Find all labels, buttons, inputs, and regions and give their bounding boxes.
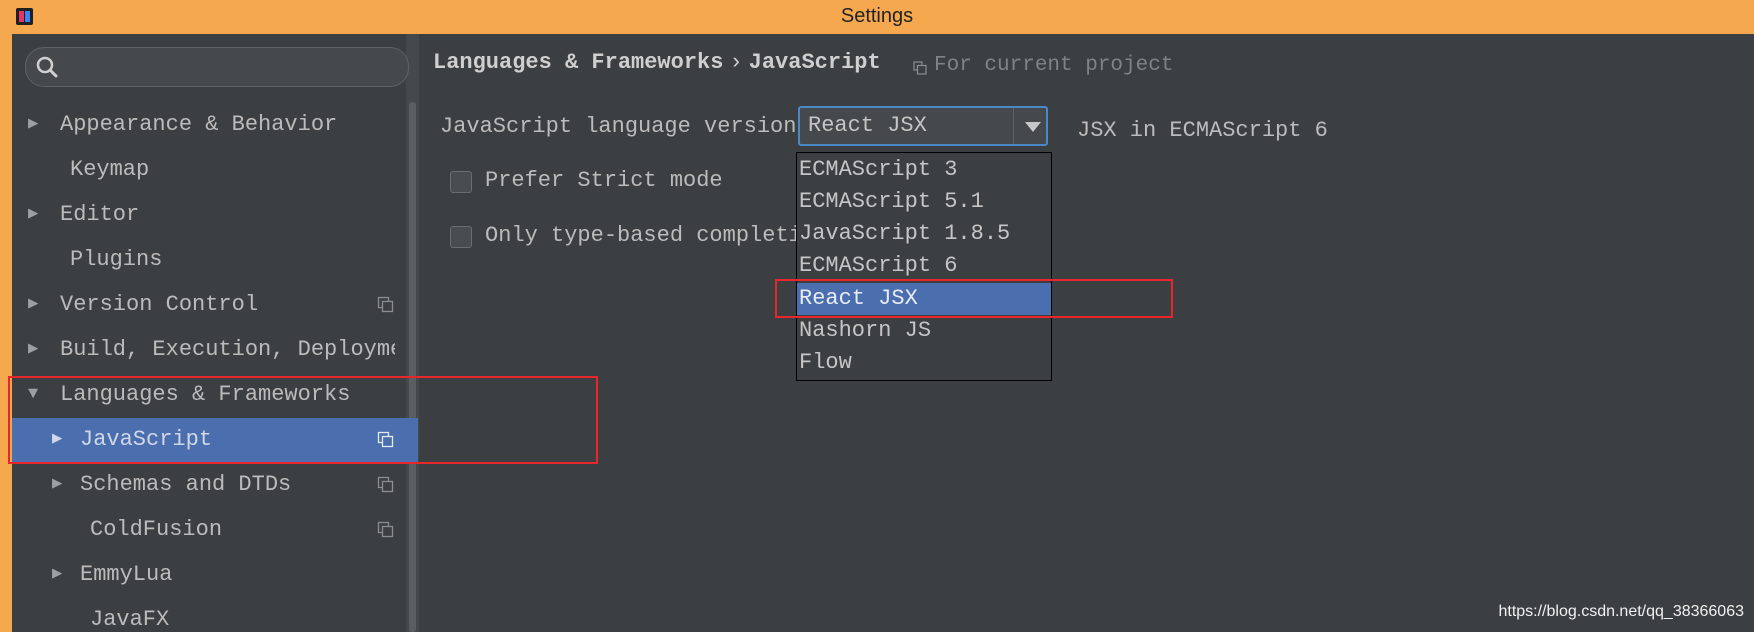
sidebar-item-label: Appearance & Behavior (60, 112, 338, 137)
dropdown-option-react-jsx[interactable]: React JSX (797, 283, 1051, 315)
scope-label: For current project (934, 54, 1174, 77)
project-level-icon (377, 296, 394, 313)
collapse-arrow-icon[interactable]: ▼ (28, 373, 38, 417)
expand-arrow-icon[interactable]: ▶ (52, 463, 62, 507)
sidebar-item-coldfusion[interactable]: ColdFusion (12, 508, 418, 552)
prefer-strict-mode-label[interactable]: Prefer Strict mode (485, 168, 723, 193)
search-icon (36, 56, 58, 78)
expand-arrow-icon[interactable]: ▶ (28, 103, 38, 147)
breadcrumb: Languages & Frameworks › JavaScript (433, 50, 881, 75)
project-level-icon (377, 476, 394, 493)
sidebar-item-javafx[interactable]: JavaFX (12, 598, 418, 632)
dropdown-option-nashorn-js[interactable]: Nashorn JS (797, 315, 1051, 347)
sidebar-item-label: Editor (60, 202, 140, 227)
prefer-strict-mode-checkbox[interactable] (450, 171, 472, 193)
sidebar-item-label: JavaScript (80, 427, 213, 452)
breadcrumb-current: JavaScript (748, 50, 881, 75)
window-title: Settings (840, 5, 914, 27)
search-input[interactable] (68, 52, 397, 82)
project-level-icon (377, 431, 394, 448)
language-version-select[interactable]: React JSX (798, 106, 1048, 146)
sidebar-item-label: Schemas and DTDs (80, 472, 292, 497)
project-level-icon (377, 521, 394, 538)
sidebar-item-plugins[interactable]: Plugins (12, 238, 418, 282)
sidebar-item-javascript[interactable]: ▶ JavaScript (12, 418, 418, 462)
expand-arrow-icon[interactable]: ▶ (28, 193, 38, 237)
project-level-icon (913, 61, 927, 75)
dropdown-option-ecmascript-3[interactable]: ECMAScript 3 (797, 154, 1051, 186)
breadcrumb-parent[interactable]: Languages & Frameworks (433, 50, 723, 75)
expand-arrow-icon[interactable]: ▶ (52, 553, 62, 597)
sidebar-item-label: JavaFX (90, 607, 170, 632)
sidebar-item-label: ColdFusion (90, 517, 223, 542)
settings-search[interactable] (25, 47, 409, 87)
type-based-completion-checkbox[interactable] (450, 226, 472, 248)
sidebar-item-languages-frameworks[interactable]: ▼ Languages & Frameworks (12, 373, 418, 417)
sidebar-item-label: Build, Execution, Deployment (60, 337, 395, 362)
settings-window: Settings ▶ Appearance & Behavior Keymap … (0, 0, 1754, 632)
select-divider (1013, 108, 1014, 144)
chevron-down-icon[interactable] (1025, 122, 1041, 132)
breadcrumb-separator: › (729, 50, 743, 75)
sidebar-item-label: Keymap (70, 157, 150, 182)
sidebar-item-label: Plugins (70, 247, 163, 272)
expand-arrow-icon[interactable]: ▶ (28, 283, 38, 327)
sidebar-item-editor[interactable]: ▶ Editor (12, 193, 418, 237)
sidebar-item-appearance-behavior[interactable]: ▶ Appearance & Behavior (12, 103, 418, 147)
sidebar-item-label: Languages & Frameworks (60, 382, 351, 407)
expand-arrow-icon[interactable]: ▶ (28, 328, 38, 372)
dropdown-option-ecmascript-6[interactable]: ECMAScript 6 (797, 250, 1051, 282)
sidebar-item-build-execution-deployment[interactable]: ▶ Build, Execution, Deployment (12, 328, 395, 372)
sidebar-item-emmylua[interactable]: ▶ EmmyLua (12, 553, 418, 597)
sidebar-item-keymap[interactable]: Keymap (12, 148, 418, 192)
dropdown-option-ecmascript-5-1[interactable]: ECMAScript 5.1 (797, 186, 1051, 218)
sidebar-item-version-control[interactable]: ▶ Version Control (12, 283, 418, 327)
language-version-dropdown: ECMAScript 3 ECMAScript 5.1 JavaScript 1… (796, 152, 1052, 381)
watermark: https://blog.csdn.net/qq_38366063 (1498, 603, 1744, 620)
window-border (0, 34, 12, 632)
sidebar-item-label: EmmyLua (80, 562, 173, 587)
language-version-label: JavaScript language version (440, 114, 797, 139)
dropdown-option-javascript-1-8-5[interactable]: JavaScript 1.8.5 (797, 218, 1051, 250)
expand-arrow-icon[interactable]: ▶ (52, 418, 62, 462)
type-based-completion-label[interactable]: Only type-based completion (485, 223, 828, 248)
language-version-value: React JSX (808, 113, 927, 138)
title-bar: Settings (0, 0, 1754, 34)
sidebar-item-label: Version Control (60, 292, 259, 317)
sidebar-item-schemas-dtds[interactable]: ▶ Schemas and DTDs (12, 463, 418, 507)
language-version-description: JSX in ECMAScript 6 (1077, 118, 1328, 143)
dropdown-option-flow[interactable]: Flow (797, 347, 1051, 379)
